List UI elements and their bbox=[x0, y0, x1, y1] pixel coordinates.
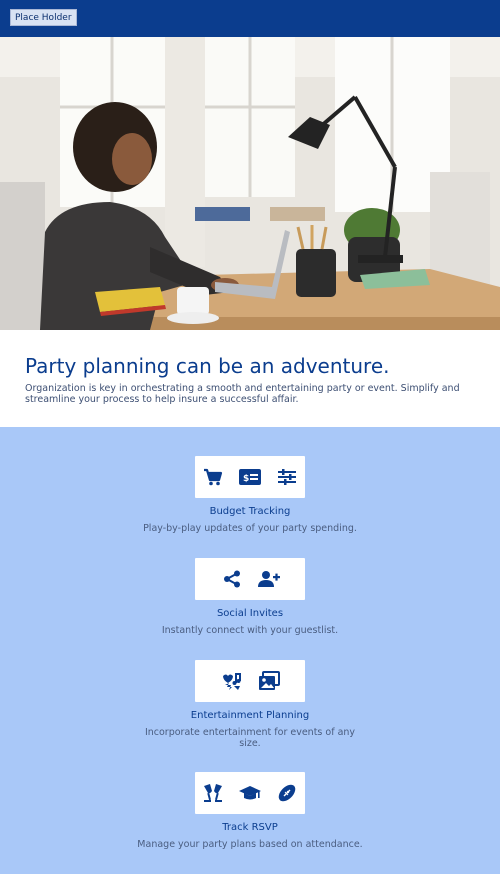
feature-track-rsvp: Track RSVP Manage your party plans based… bbox=[0, 772, 500, 850]
sliders-icon[interactable] bbox=[276, 466, 299, 489]
photo-gallery-icon[interactable] bbox=[257, 670, 280, 693]
football-icon[interactable] bbox=[276, 782, 299, 805]
graduation-cap-icon[interactable] bbox=[239, 782, 262, 805]
feature-title: Social Invites bbox=[216, 608, 284, 619]
share-icon[interactable] bbox=[220, 568, 243, 591]
hero-image bbox=[0, 37, 500, 330]
placeholder-button[interactable]: Place Holder bbox=[10, 9, 77, 26]
icon-card bbox=[195, 660, 305, 702]
feature-title: Track RSVP bbox=[222, 822, 278, 833]
intro-section: Party planning can be an adventure. Orga… bbox=[0, 330, 500, 427]
feature-description: Incorporate entertainment for events of … bbox=[144, 727, 356, 749]
theater-music-icon[interactable] bbox=[220, 670, 243, 693]
intro-text: Organization is key in orchestrating a s… bbox=[25, 383, 460, 405]
money-bill-icon[interactable]: $ bbox=[239, 466, 262, 489]
shopping-cart-icon[interactable] bbox=[202, 466, 225, 489]
feature-social-invites: Social Invites Instantly connect with yo… bbox=[0, 558, 500, 636]
feature-title: Budget Tracking bbox=[209, 506, 291, 517]
icon-card bbox=[195, 558, 305, 600]
icon-card bbox=[195, 772, 305, 814]
page-title: Party planning can be an adventure. bbox=[25, 354, 390, 378]
top-bar: Place Holder bbox=[0, 0, 500, 37]
feature-description: Instantly connect with your guestlist. bbox=[161, 625, 339, 636]
glass-cheers-icon[interactable] bbox=[202, 782, 225, 805]
feature-description: Manage your party plans based on attenda… bbox=[137, 839, 363, 850]
features-section: $ Budget Tracking Play-by-play updates o… bbox=[0, 427, 500, 874]
svg-text:$: $ bbox=[243, 474, 249, 484]
feature-entertainment-planning: Entertainment Planning Incorporate enter… bbox=[0, 660, 500, 749]
feature-title: Entertainment Planning bbox=[190, 710, 310, 721]
feature-description: Play-by-play updates of your party spend… bbox=[143, 523, 357, 534]
feature-budget-tracking: $ Budget Tracking Play-by-play updates o… bbox=[0, 456, 500, 534]
user-plus-icon[interactable] bbox=[257, 568, 280, 591]
icon-card: $ bbox=[195, 456, 305, 498]
